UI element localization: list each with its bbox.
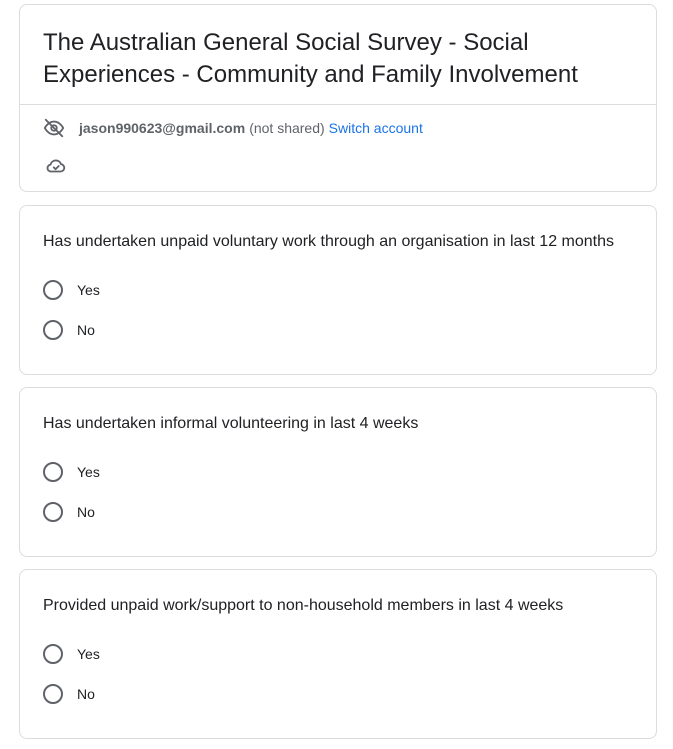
radio-button[interactable]: [43, 644, 63, 664]
radio-button[interactable]: [43, 502, 63, 522]
radio-button[interactable]: [43, 462, 63, 482]
radio-button[interactable]: [43, 280, 63, 300]
form-title: The Australian General Social Survey - S…: [43, 29, 578, 88]
option-label: Yes: [77, 464, 100, 480]
question-card: Provided unpaid work/support to non-hous…: [19, 569, 657, 739]
option-yes[interactable]: Yes: [43, 278, 100, 302]
switch-account-link[interactable]: Switch account: [329, 120, 423, 136]
question-text: Provided unpaid work/support to non-hous…: [43, 597, 564, 614]
option-no[interactable]: No: [43, 500, 95, 524]
option-label: Yes: [77, 282, 100, 298]
header-divider: [20, 104, 656, 105]
question-text: Has undertaken informal volunteering in …: [43, 415, 419, 432]
question-card: Has undertaken unpaid voluntary work thr…: [19, 205, 657, 375]
option-label: No: [77, 504, 95, 520]
option-label: No: [77, 686, 95, 702]
radio-button[interactable]: [43, 684, 63, 704]
not-shared-label: (not shared): [249, 120, 325, 136]
option-yes[interactable]: Yes: [43, 642, 100, 666]
option-label: No: [77, 322, 95, 338]
account-row: jason990623@gmail.com (not shared) Switc…: [43, 118, 423, 138]
question-card: Has undertaken informal volunteering in …: [19, 387, 657, 557]
radio-button[interactable]: [43, 320, 63, 340]
option-no[interactable]: No: [43, 318, 95, 342]
form-header-card: The Australian General Social Survey - S…: [19, 4, 657, 192]
option-no[interactable]: No: [43, 682, 95, 706]
cloud-check-icon: [45, 155, 67, 177]
option-yes[interactable]: Yes: [43, 460, 100, 484]
question-text: Has undertaken unpaid voluntary work thr…: [43, 233, 615, 250]
account-email: jason990623@gmail.com: [79, 120, 246, 136]
eye-off-icon: [43, 116, 67, 140]
option-label: Yes: [77, 646, 100, 662]
